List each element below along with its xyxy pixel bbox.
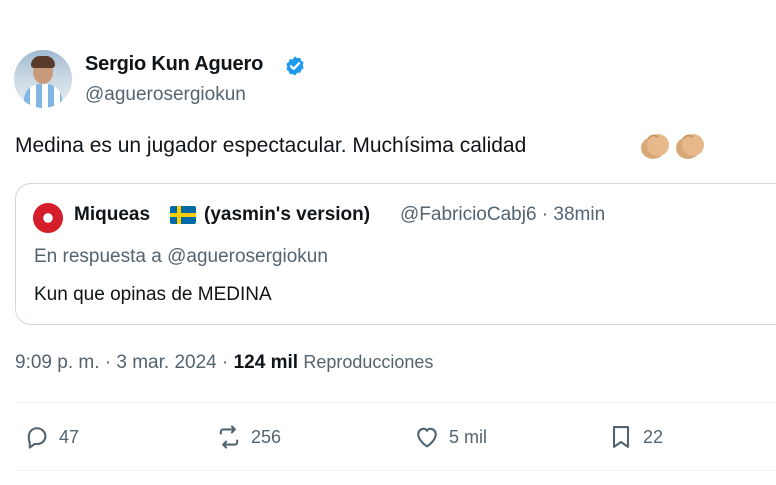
reply-button[interactable]: 47 bbox=[23, 420, 79, 454]
quoted-text: Kun que opinas de MEDINA bbox=[34, 284, 272, 305]
quoted-author-name-suffix[interactable]: (yasmin's version) bbox=[204, 204, 370, 226]
tweet-timestamp[interactable]: 9:09 p. m. · 3 mar. 2024 · bbox=[15, 352, 234, 373]
bookmark-button[interactable]: 22 bbox=[607, 420, 663, 454]
author-handle[interactable]: @aguerosergiokun bbox=[85, 84, 246, 106]
avatar-shirt bbox=[24, 84, 62, 108]
retweet-button[interactable]: 256 bbox=[215, 420, 281, 454]
quoted-author-avatar[interactable] bbox=[33, 203, 63, 233]
avatar-hair bbox=[31, 56, 55, 68]
tweet-text: Medina es un jugador espectacular. Muchí… bbox=[15, 134, 527, 157]
bookmark-count: 22 bbox=[643, 426, 664, 447]
author-avatar[interactable] bbox=[14, 50, 72, 108]
like-count: 5 mil bbox=[449, 426, 488, 447]
like-button[interactable]: 5 mil bbox=[413, 420, 487, 454]
views-label: Reproducciones bbox=[303, 352, 434, 372]
views-count: 124 mil bbox=[233, 352, 299, 373]
retweet-icon bbox=[219, 425, 239, 449]
retweet-count: 256 bbox=[251, 426, 282, 447]
quoted-reply-context[interactable]: En respuesta a @aguerosergiokun bbox=[34, 246, 328, 268]
divider bbox=[15, 402, 776, 403]
tweet-meta: 9:09 p. m. · 3 mar. 2024 · 124 mil Repro… bbox=[15, 352, 433, 374]
verified-badge-icon[interactable] bbox=[284, 55, 306, 77]
heart-icon bbox=[417, 427, 437, 448]
reply-icon bbox=[27, 427, 47, 449]
tweet-card: Sergio Kun Aguero @aguerosergiokun Medin… bbox=[0, 0, 776, 485]
clapping-hands-icon bbox=[641, 134, 669, 159]
quoted-tweet[interactable]: Miqueas (yasmin's version) @FabricioCabj… bbox=[15, 183, 776, 325]
bookmark-icon bbox=[612, 426, 630, 448]
divider bbox=[15, 470, 776, 471]
clapping-hands-icon bbox=[676, 134, 704, 159]
quoted-handle-time[interactable]: @FabricioCabj6 · 38min bbox=[400, 204, 605, 226]
author-display-name[interactable]: Sergio Kun Aguero bbox=[85, 53, 263, 76]
reply-count: 47 bbox=[59, 426, 80, 447]
quoted-author-name[interactable]: Miqueas bbox=[74, 204, 150, 226]
sweden-flag-icon bbox=[170, 206, 196, 224]
